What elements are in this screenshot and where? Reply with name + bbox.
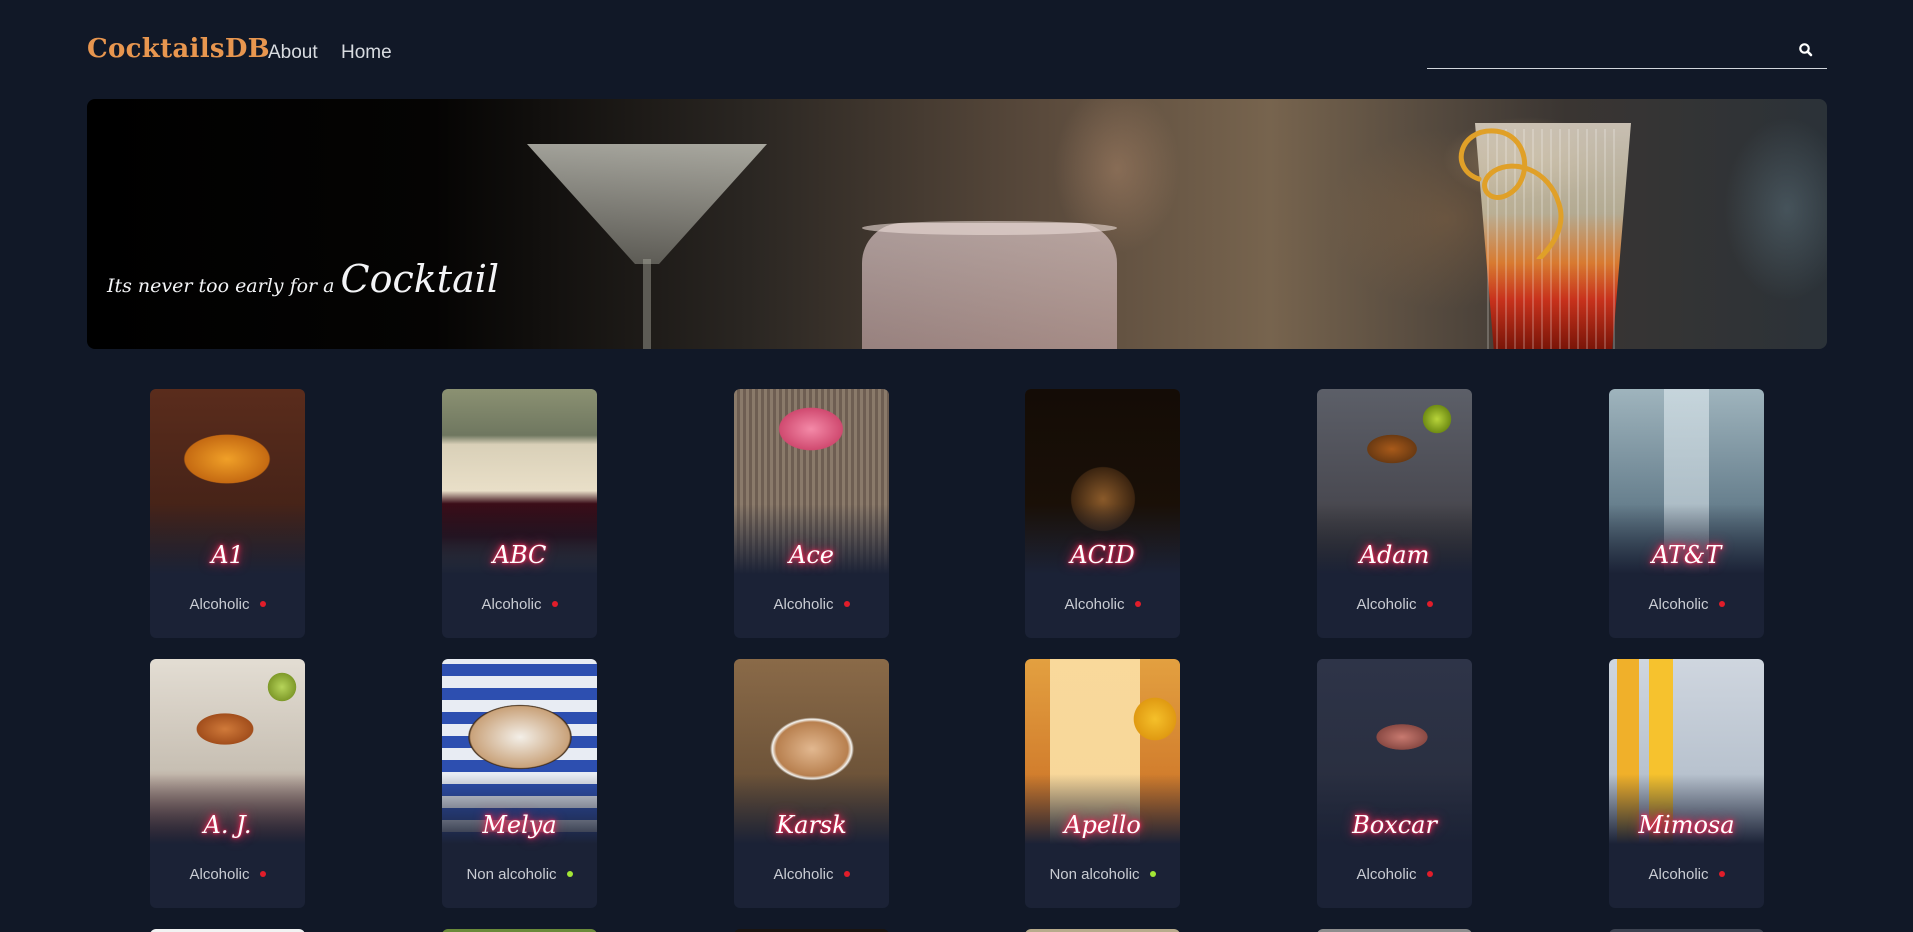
- cocktail-name: ABC: [492, 541, 547, 569]
- cocktail-name: Adam: [1359, 541, 1430, 569]
- cocktail-name: A1: [211, 541, 244, 569]
- cocktail-card[interactable]: Boxcar Alcoholic: [1317, 659, 1472, 908]
- coupe-glass-image: [862, 223, 1117, 349]
- cocktail-type-label: Non alcoholic: [466, 866, 557, 883]
- alcoholic-dot-icon: [1426, 871, 1433, 878]
- cocktail-type: Alcoholic: [1025, 596, 1180, 613]
- cocktail-card[interactable]: Mimosa Alcoholic: [1609, 659, 1764, 908]
- top-navbar: CocktailsDB About Home: [87, 0, 1827, 100]
- cocktail-name: ACID: [1070, 541, 1135, 569]
- cocktail-card[interactable]: Ace Alcoholic: [734, 389, 889, 638]
- cocktail-name: Boxcar: [1352, 811, 1437, 839]
- non-alcoholic-dot-icon: [566, 871, 573, 878]
- cocktail-card[interactable]: Adam Alcoholic: [1317, 389, 1472, 638]
- cocktail-type-label: Alcoholic: [1648, 596, 1709, 613]
- coupe-rim-image: [862, 221, 1117, 235]
- search-bar: [1427, 33, 1827, 69]
- hero-tagline: Its never too early for a Cocktail: [107, 257, 499, 301]
- alcoholic-dot-icon: [1426, 601, 1433, 608]
- orange-twist-image: [1458, 128, 1564, 259]
- cocktail-type-label: Alcoholic: [1356, 866, 1417, 883]
- alcoholic-dot-icon: [551, 601, 558, 608]
- martini-glass-image: [527, 144, 767, 264]
- alcoholic-dot-icon: [1134, 601, 1141, 608]
- cocktail-type-label: Alcoholic: [773, 596, 834, 613]
- alcoholic-dot-icon: [259, 601, 266, 608]
- cocktail-name: Ace: [789, 541, 834, 569]
- cocktail-card[interactable]: Karsk Alcoholic: [734, 659, 889, 908]
- cocktail-type: Alcoholic: [150, 866, 305, 883]
- cocktail-card[interactable]: AT&T Alcoholic: [1609, 389, 1764, 638]
- cocktail-type: Non alcoholic: [1025, 866, 1180, 883]
- cocktail-type: Alcoholic: [1609, 866, 1764, 883]
- cocktail-name: Melya: [482, 811, 557, 839]
- cocktail-type-label: Alcoholic: [189, 596, 250, 613]
- alcoholic-dot-icon: [843, 601, 850, 608]
- cocktail-type: Alcoholic: [734, 866, 889, 883]
- nav-link-home[interactable]: Home: [341, 42, 392, 64]
- non-alcoholic-dot-icon: [1149, 871, 1156, 878]
- cocktail-card[interactable]: ABC Alcoholic: [442, 389, 597, 638]
- site-logo[interactable]: CocktailsDB: [87, 34, 270, 64]
- alcoholic-dot-icon: [1718, 871, 1725, 878]
- cocktail-type-label: Alcoholic: [481, 596, 542, 613]
- cocktail-name: Karsk: [776, 811, 847, 839]
- cocktail-name: A. J.: [203, 811, 252, 839]
- tagline-text: Its never too early for a: [107, 275, 341, 297]
- cocktail-type: Alcoholic: [1317, 596, 1472, 613]
- nav-link-about[interactable]: About: [268, 42, 318, 64]
- alcoholic-dot-icon: [259, 871, 266, 878]
- cocktail-card[interactable]: A. J. Alcoholic: [150, 659, 305, 908]
- cocktail-card[interactable]: A1 Alcoholic: [150, 389, 305, 638]
- search-icon[interactable]: [1795, 39, 1817, 61]
- search-input[interactable]: [1427, 33, 1787, 67]
- cocktail-type-label: Alcoholic: [189, 866, 250, 883]
- cocktail-type: Alcoholic: [1317, 866, 1472, 883]
- hero-banner: Its never too early for a Cocktail: [87, 99, 1827, 349]
- cocktail-type: Non alcoholic: [442, 866, 597, 883]
- cocktail-type-label: Alcoholic: [1064, 596, 1125, 613]
- cocktail-type-label: Alcoholic: [1356, 596, 1417, 613]
- cocktail-type: Alcoholic: [150, 596, 305, 613]
- cocktail-type: Alcoholic: [734, 596, 889, 613]
- cocktail-type: Alcoholic: [1609, 596, 1764, 613]
- cocktail-name: AT&T: [1651, 541, 1722, 569]
- cocktail-type-label: Non alcoholic: [1049, 866, 1140, 883]
- tagline-highlight: Cocktail: [340, 257, 500, 301]
- cocktail-type-label: Alcoholic: [773, 866, 834, 883]
- cocktail-card[interactable]: Melya Non alcoholic: [442, 659, 597, 908]
- cocktail-type-label: Alcoholic: [1648, 866, 1709, 883]
- cocktail-name: Apello: [1064, 811, 1141, 839]
- alcoholic-dot-icon: [843, 871, 850, 878]
- cocktail-name: Mimosa: [1638, 811, 1735, 839]
- alcoholic-dot-icon: [1718, 601, 1725, 608]
- cocktail-card[interactable]: ACID Alcoholic: [1025, 389, 1180, 638]
- cocktail-type: Alcoholic: [442, 596, 597, 613]
- martini-stem-image: [643, 259, 651, 349]
- cocktail-card[interactable]: Apello Non alcoholic: [1025, 659, 1180, 908]
